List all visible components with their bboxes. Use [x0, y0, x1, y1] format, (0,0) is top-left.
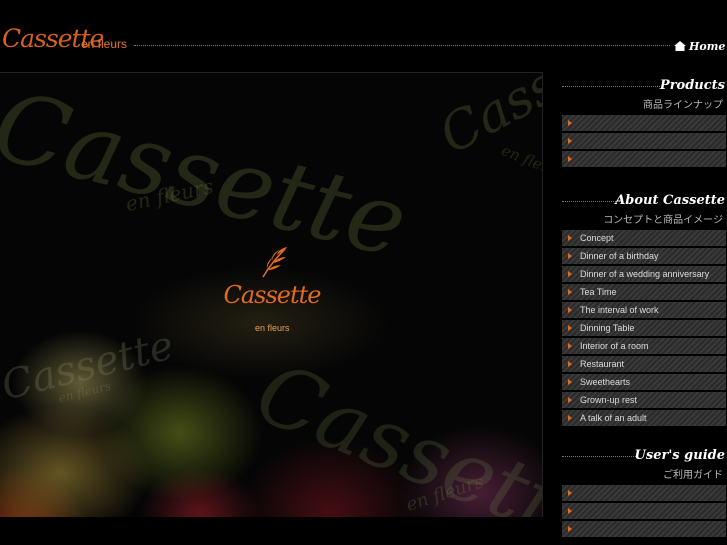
guide-section: User's guide ご利用ガイド	[560, 446, 727, 537]
about-item-tea-time[interactable]: Tea Time	[562, 284, 726, 300]
home-label[interactable]: Home	[689, 40, 725, 53]
triangle-right-icon	[568, 156, 572, 162]
menu-item-label[interactable]: Sweethearts	[580, 374, 630, 390]
site-header: Cassette en fleurs Home	[0, 0, 727, 70]
menu-item-label[interactable]: The interval of work	[580, 302, 659, 318]
products-section: Products 商品ラインナップ	[560, 76, 727, 167]
triangle-right-icon	[568, 325, 572, 331]
about-item-work[interactable]: The interval of work	[562, 302, 726, 318]
triangle-right-icon	[568, 526, 572, 532]
triangle-right-icon	[568, 235, 572, 241]
home-icon	[674, 41, 686, 51]
products-header: Products 商品ラインナップ	[560, 76, 727, 111]
section-divider	[562, 86, 660, 87]
guide-title[interactable]: User's guide	[635, 448, 725, 463]
triangle-right-icon	[568, 490, 572, 496]
about-item-anniversary[interactable]: Dinner of a wedding anniversary	[562, 266, 726, 282]
menu-item-label[interactable]: Grown-up rest	[580, 392, 637, 408]
site-logo-subtitle: en fleurs	[81, 37, 128, 51]
menu-item-label[interactable]: Concept	[580, 230, 614, 246]
guide-header: User's guide ご利用ガイド	[560, 446, 727, 481]
triangle-right-icon	[568, 415, 572, 421]
products-item[interactable]	[562, 133, 726, 149]
about-header: About Cassette コンセプトと商品イメージ	[560, 191, 727, 226]
menu-item-label[interactable]: Dinner of a wedding anniversary	[580, 266, 709, 282]
about-item-dinning-table[interactable]: Dinning Table	[562, 320, 726, 336]
guide-subtitle: ご利用ガイド	[663, 470, 723, 481]
triangle-right-icon	[568, 289, 572, 295]
menu-item-label[interactable]: Interior of a room	[580, 338, 649, 354]
about-item-interior[interactable]: Interior of a room	[562, 338, 726, 354]
hero-logo-subtitle: en fleurs	[255, 323, 290, 333]
hero-logo: Cassette en fleurs	[207, 245, 337, 345]
menu-item-label[interactable]: Tea Time	[580, 284, 617, 300]
menu-item-label[interactable]: Restaurant	[580, 356, 624, 372]
about-section: About Cassette コンセプトと商品イメージ Concept Dinn…	[560, 191, 727, 426]
hero-logo-script: Cassette	[223, 281, 322, 309]
about-subtitle: コンセプトと商品イメージ	[603, 215, 723, 226]
about-item-restaurant[interactable]: Restaurant	[562, 356, 726, 372]
menu-item-label[interactable]: Dinner of a birthday	[580, 248, 659, 264]
about-item-sweethearts[interactable]: Sweethearts	[562, 374, 726, 390]
triangle-right-icon	[568, 138, 572, 144]
products-title[interactable]: Products	[660, 78, 725, 93]
section-divider	[562, 456, 638, 457]
sidebar: Products 商品ラインナップ About Cassette コンセプトと商…	[560, 72, 727, 539]
triangle-right-icon	[568, 307, 572, 313]
triangle-right-icon	[568, 397, 572, 403]
guide-item[interactable]	[562, 503, 726, 519]
home-link[interactable]: Home	[674, 39, 725, 53]
triangle-right-icon	[568, 508, 572, 514]
header-divider	[134, 45, 670, 46]
menu-item-label[interactable]: Dinning Table	[580, 320, 634, 336]
guide-item[interactable]	[562, 485, 726, 501]
products-subtitle: 商品ラインナップ	[643, 100, 723, 111]
about-item-birthday[interactable]: Dinner of a birthday	[562, 248, 726, 264]
triangle-right-icon	[568, 343, 572, 349]
about-item-concept[interactable]: Concept	[562, 230, 726, 246]
about-item-talk[interactable]: A talk of an adult	[562, 410, 726, 426]
hero-image: Cassette en fleurs Cassette en fleurs Ca…	[0, 72, 543, 517]
triangle-right-icon	[568, 253, 572, 259]
leaf-icon	[262, 247, 287, 278]
hero-watermark: Cassette	[243, 343, 543, 517]
products-item[interactable]	[562, 115, 726, 131]
triangle-right-icon	[568, 361, 572, 367]
section-divider	[562, 201, 622, 202]
triangle-right-icon	[568, 271, 572, 277]
about-title[interactable]: About Cassette	[615, 193, 725, 208]
triangle-right-icon	[568, 120, 572, 126]
products-item[interactable]	[562, 151, 726, 167]
triangle-right-icon	[568, 379, 572, 385]
guide-item[interactable]	[562, 521, 726, 537]
menu-item-label[interactable]: A talk of an adult	[580, 410, 647, 426]
hero-watermark-sub: en fleurs	[499, 141, 543, 183]
about-item-grown-up-rest[interactable]: Grown-up rest	[562, 392, 726, 408]
